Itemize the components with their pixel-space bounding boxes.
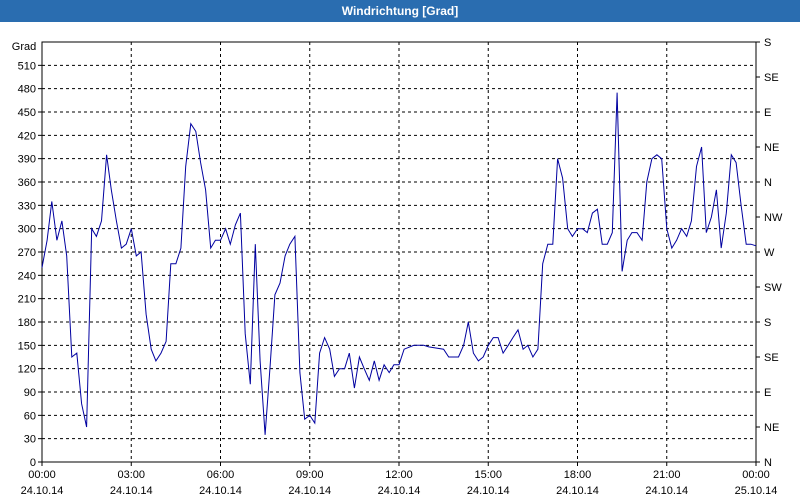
x-tick-time-label: 15:00 <box>474 469 502 481</box>
wind-direction-chart: Grad 0 30 60 90 120 150 180 210 240 270 300 330 360 3… <box>12 37 783 497</box>
right-tick-label: S <box>764 37 771 49</box>
left-axis-ticks: 0 30 60 90 120 150 180 210 240 270 300 330 360 390 420… <box>18 60 42 469</box>
right-tick-label: NE <box>764 142 779 154</box>
right-tick-label: NE <box>764 422 779 434</box>
x-tick-time-label: 09:00 <box>296 469 324 481</box>
y-tick-label: 180 <box>18 317 36 329</box>
x-tick-time-label: 21:00 <box>653 469 681 481</box>
right-tick-label: S <box>764 317 771 329</box>
y-tick-label: 150 <box>18 340 36 352</box>
right-tick-label: N <box>764 457 772 469</box>
y-tick-label: 390 <box>18 154 36 166</box>
y-tick-label: 210 <box>18 294 36 306</box>
y-axis-label: Grad <box>12 41 36 53</box>
right-tick-label: SE <box>764 352 779 364</box>
x-tick-time-label: 06:00 <box>207 469 235 481</box>
y-tick-label: 450 <box>18 107 36 119</box>
right-tick-label: N <box>764 177 772 189</box>
x-tick-date-label: 24.10.14 <box>288 485 331 497</box>
right-tick-label: SW <box>764 282 782 294</box>
y-tick-label: 360 <box>18 177 36 189</box>
y-tick-label: 120 <box>18 364 36 376</box>
y-tick-label: 300 <box>18 224 36 236</box>
y-tick-label: 270 <box>18 247 36 259</box>
x-tick-date-label: 24.10.14 <box>110 485 153 497</box>
right-tick-label: SE <box>764 72 779 84</box>
x-tick-date-label: 24.10.14 <box>21 485 64 497</box>
x-tick-time-label: 00:00 <box>28 469 56 481</box>
right-tick-label: NW <box>764 212 783 224</box>
y-tick-label: 30 <box>24 434 36 446</box>
x-tick-date-label: 24.10.14 <box>199 485 242 497</box>
y-tick-label: 480 <box>18 84 36 96</box>
x-tick-date-label: 24.10.14 <box>467 485 510 497</box>
y-tick-label: 330 <box>18 200 36 212</box>
y-tick-label: 0 <box>30 457 36 469</box>
series-layer <box>41 92 757 435</box>
x-tick-time-label: 03:00 <box>117 469 145 481</box>
x-tick-time-label: 12:00 <box>385 469 413 481</box>
right-axis-ticks: N NE E SE S SW W NW N NE E SE S <box>756 37 783 469</box>
x-tick-date-label: 24.10.14 <box>378 485 421 497</box>
wind-direction-series-line <box>41 92 757 435</box>
x-tick-time-label: 00:00 <box>742 469 770 481</box>
y-tick-label: 60 <box>24 410 36 422</box>
x-tick-date-label: 24.10.14 <box>556 485 599 497</box>
right-tick-label: W <box>764 247 775 259</box>
y-tick-label: 240 <box>18 270 36 282</box>
x-tick-time-label: 18:00 <box>564 469 592 481</box>
grid-lines <box>42 42 756 462</box>
y-tick-label: 420 <box>18 130 36 142</box>
y-tick-label: 90 <box>24 387 36 399</box>
x-axis-ticks: 00:00 24.10.14 03:00 24.10.14 06:00 24.10.14 0… <box>21 462 778 497</box>
x-tick-date-label: 24.10.14 <box>645 485 688 497</box>
x-tick-date-label: 25.10.14 <box>735 485 778 497</box>
right-tick-label: E <box>764 107 771 119</box>
y-tick-label: 510 <box>18 60 36 72</box>
right-tick-label: E <box>764 387 771 399</box>
